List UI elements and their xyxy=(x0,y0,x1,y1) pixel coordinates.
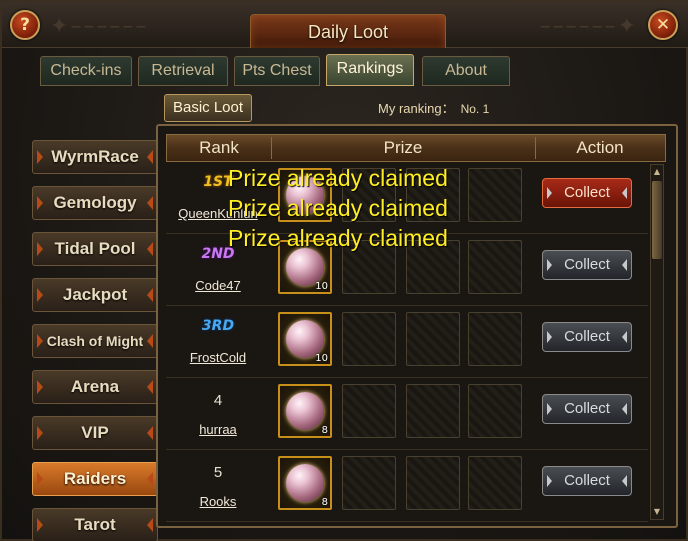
sidebar-item-vip[interactable]: VIP xyxy=(32,416,158,450)
collect-button[interactable]: Collect xyxy=(542,250,632,280)
collect-button[interactable]: Collect xyxy=(542,178,632,208)
prize-claimed-notice: Prize already claimed xyxy=(228,165,448,191)
pearl-orb-icon xyxy=(286,464,324,502)
prize-slot[interactable]: 8 xyxy=(278,384,332,438)
prize-slot-empty xyxy=(406,312,460,366)
table-header: Rank Prize Action xyxy=(166,134,666,162)
table-row: 3RD FrostCold 10 Collect xyxy=(166,306,648,378)
tab-rankings[interactable]: Rankings xyxy=(326,54,414,86)
prize-slot-empty xyxy=(406,384,460,438)
sidebar-item-raiders[interactable]: Raiders xyxy=(32,462,158,496)
sidebar-item-arena[interactable]: Arena xyxy=(32,370,158,404)
prize-slot-empty xyxy=(468,312,522,366)
tab-about[interactable]: About xyxy=(422,56,510,86)
prize-slot-empty xyxy=(468,168,522,222)
sidebar-item-wyrmrace[interactable]: WyrmRace xyxy=(32,140,158,174)
scroll-down-arrow-icon[interactable]: ▼ xyxy=(652,507,662,517)
table-row: 5 Rooks 8 Collect xyxy=(166,450,648,522)
prize-slot-empty xyxy=(468,456,522,510)
prize-slot[interactable]: 8 xyxy=(278,456,332,510)
scroll-up-arrow-icon[interactable]: ▲ xyxy=(652,167,662,177)
prize-slot[interactable]: 10 xyxy=(278,312,332,366)
collect-button[interactable]: Collect xyxy=(542,394,632,424)
table-row: 4 hurraa 8 Collect xyxy=(166,378,648,450)
window-title: Daily Loot xyxy=(307,22,389,42)
my-ranking-label: My ranking： xyxy=(378,101,455,116)
tab-check-ins[interactable]: Check-ins xyxy=(40,56,132,86)
prize-slot-empty xyxy=(468,240,522,294)
prize-quantity: 10 xyxy=(315,353,328,364)
collect-button[interactable]: Collect xyxy=(542,322,632,352)
title-flourish-right: ––––––✦ xyxy=(539,14,638,39)
pearl-orb-icon xyxy=(286,392,324,430)
list-scrollbar[interactable]: ▲ ▼ xyxy=(650,164,664,520)
prize-slot-empty xyxy=(342,456,396,510)
daily-loot-window: ✦–––––– ––––––✦ Daily Loot ? ✕ Check-ins… xyxy=(0,0,688,541)
basic-loot-tab[interactable]: Basic Loot xyxy=(164,94,252,122)
sidebar-item-jackpot[interactable]: Jackpot xyxy=(32,278,158,312)
header-prize: Prize xyxy=(383,138,423,157)
player-name[interactable]: FrostCold xyxy=(166,350,270,365)
rank-cell: 3RD FrostCold xyxy=(166,306,270,378)
sidebar-item-gemology[interactable]: Gemology xyxy=(32,186,158,220)
scrollbar-thumb[interactable] xyxy=(652,181,662,259)
header-action: Action xyxy=(576,138,624,157)
tab-retrieval[interactable]: Retrieval xyxy=(138,56,228,86)
player-name[interactable]: hurraa xyxy=(166,422,270,437)
sidebar-item-tarot[interactable]: Tarot xyxy=(32,508,158,541)
help-button[interactable]: ? xyxy=(10,10,40,40)
collect-button[interactable]: Collect xyxy=(542,466,632,496)
close-button[interactable]: ✕ xyxy=(648,10,678,40)
prize-claimed-notice: Prize already claimed xyxy=(228,225,448,251)
rank-badge-3rd: 3RD xyxy=(201,318,235,334)
rank-cell: 4 hurraa xyxy=(166,378,270,450)
tab-pts-chest[interactable]: Pts Chest xyxy=(234,56,320,86)
title-flourish-left: ✦–––––– xyxy=(50,14,149,39)
sidebar-item-clash-of-might[interactable]: Clash of Might xyxy=(32,324,158,358)
player-name[interactable]: Code47 xyxy=(166,278,270,293)
sidebar-item-tidal-pool[interactable]: Tidal Pool xyxy=(32,232,158,266)
player-name[interactable]: Rooks xyxy=(166,494,270,509)
prize-slot-empty xyxy=(342,312,396,366)
rank-number: 5 xyxy=(213,464,223,481)
prize-quantity: 10 xyxy=(315,281,328,292)
prize-slot-empty xyxy=(342,384,396,438)
rank-cell: 5 Rooks xyxy=(166,450,270,522)
prize-slot-empty xyxy=(468,384,522,438)
my-ranking: My ranking： No. 1 xyxy=(378,98,489,117)
prize-quantity: 8 xyxy=(321,425,328,436)
header-rank: Rank xyxy=(199,138,239,157)
rank-number: 4 xyxy=(213,392,223,409)
my-ranking-value: No. 1 xyxy=(460,102,490,116)
prize-claimed-notice: Prize already claimed xyxy=(228,195,448,221)
prize-slot-empty xyxy=(406,456,460,510)
prize-quantity: 8 xyxy=(321,497,328,508)
